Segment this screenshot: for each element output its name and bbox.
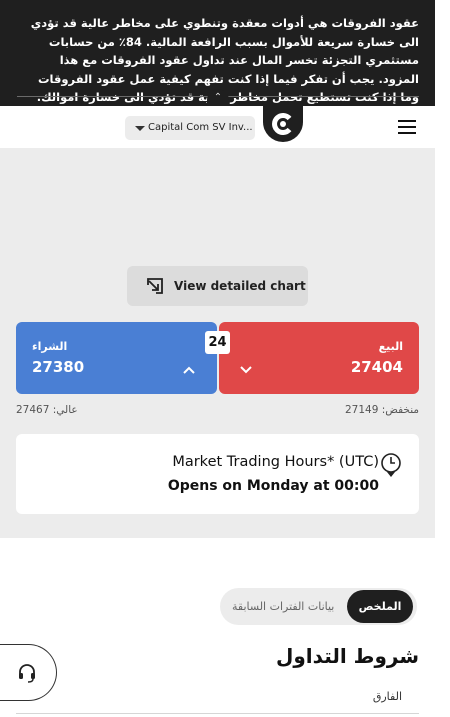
entity-selector-label: Capital Com SV Inv... (148, 122, 253, 133)
chart-area: View detailed chart الشراء 27380 البيع 2… (0, 148, 435, 538)
expand-arrow-icon (146, 277, 164, 299)
divider (16, 713, 419, 714)
risk-warning-banner: عقود الفروقات هي أدوات معقدة وتنطوي على … (0, 0, 435, 106)
view-detailed-chart-button[interactable]: View detailed chart (127, 266, 308, 306)
site-header: Capital Com SV Inv... (0, 106, 435, 148)
trading-conditions-title: شروط التداول (276, 644, 419, 668)
buy-button[interactable]: الشراء 27380 (16, 322, 217, 394)
entity-selector[interactable]: Capital Com SV Inv... (125, 116, 255, 140)
market-hours-card: Market Trading Hours* (UTC) Opens on Mon… (16, 434, 419, 514)
high-price: عالي: 27467 (16, 404, 78, 416)
support-button[interactable] (0, 644, 57, 701)
double-chevron-up-icon[interactable]: ⌃ (207, 89, 229, 106)
market-status: Opens on Monday at 00:00 (167, 478, 379, 494)
chevron-down-icon (239, 360, 253, 379)
tab-summary[interactable]: الملخص (347, 590, 413, 623)
tab-history[interactable]: بيانات الفترات السابقة (232, 588, 334, 625)
hamburger-menu-icon[interactable] (398, 120, 416, 134)
spread-badge: 24 (205, 331, 230, 354)
tabs: بيانات الفترات السابقة الملخص (220, 588, 417, 625)
buy-label: الشراء (32, 340, 68, 353)
market-hours-title: Market Trading Hours* (UTC) (172, 454, 379, 470)
chevron-up-icon (182, 360, 196, 379)
low-price: منخفض: 27149 (344, 404, 419, 416)
capital-com-logo-icon[interactable] (263, 106, 303, 142)
clock-icon[interactable] (380, 452, 402, 482)
spread-row-label: الفارق (372, 690, 402, 703)
sell-price: 27404 (350, 358, 403, 376)
caret-down-icon (135, 126, 145, 131)
headset-support-icon (19, 664, 35, 683)
sell-button[interactable]: البيع 27404 (219, 322, 419, 394)
sell-label: البيع (378, 340, 403, 353)
buy-price: 27380 (32, 358, 85, 376)
view-detailed-chart-label: View detailed chart (174, 279, 306, 293)
